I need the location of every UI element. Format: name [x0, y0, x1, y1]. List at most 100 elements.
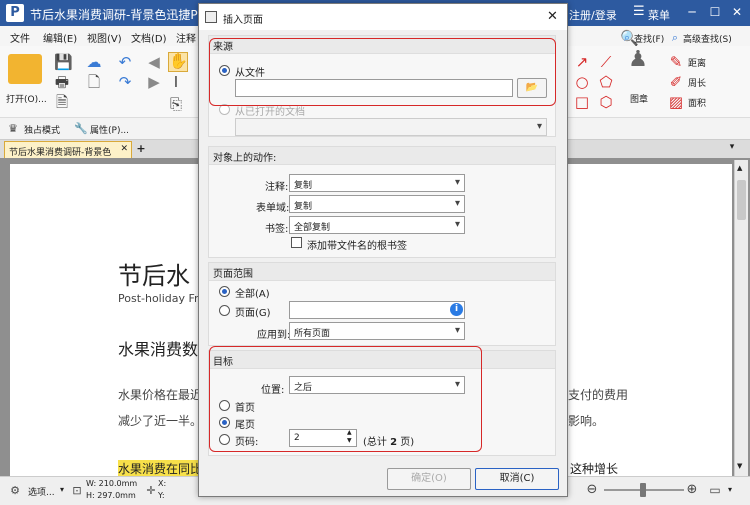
print-icon[interactable]: 🖶	[54, 74, 70, 90]
select-text-icon[interactable]: Ⅰ	[168, 74, 184, 90]
area-icon[interactable]: ▨	[668, 94, 684, 110]
range-pages-label[interactable]: 页面(G)	[235, 304, 271, 319]
stamp-label[interactable]: 图章	[630, 92, 648, 105]
cloud-icon[interactable]: ☁	[86, 54, 102, 70]
info-icon[interactable]: i	[450, 303, 463, 316]
advanced-search-icon[interactable]: ⌕	[668, 30, 682, 44]
save-icon[interactable]: 💾	[54, 54, 73, 70]
menu-file[interactable]: 文件	[10, 30, 30, 45]
scroll-thumb[interactable]	[737, 180, 746, 220]
zoom-slider-thumb[interactable]	[640, 483, 646, 497]
pentagon-icon[interactable]: ⬠	[598, 74, 614, 90]
document-icon[interactable]: 🗎	[54, 94, 70, 110]
zoom-out-icon[interactable]: ⊖	[584, 482, 600, 498]
ok-button[interactable]: 确定(O)	[387, 468, 471, 490]
page-paragraph-line: 支付的费用	[568, 388, 629, 402]
page-heading: 水果消费数	[118, 340, 199, 359]
menu-edit[interactable]: 编辑(E)	[43, 30, 77, 45]
crosshair-icon: ✛	[146, 484, 156, 497]
exclusive-mode-button[interactable]: 独占模式	[24, 123, 60, 136]
advanced-find-label[interactable]: 高级查找(S)	[683, 32, 732, 45]
circle-icon[interactable]: ○	[574, 74, 590, 90]
distance-icon[interactable]: ✎	[668, 54, 684, 70]
find-label[interactable]: 查找(F)	[634, 32, 664, 45]
polygon-icon[interactable]: ⬡	[598, 94, 614, 110]
menu-view[interactable]: 视图(V)	[87, 30, 122, 45]
vertical-scrollbar[interactable]: ▲ ▼	[734, 160, 748, 476]
page-title: 节后水	[118, 262, 190, 290]
range-pages-input[interactable]	[289, 301, 465, 319]
properties-button[interactable]: 属性(P)...	[90, 123, 129, 136]
perimeter-label[interactable]: 周长	[688, 76, 706, 89]
source-highlight-box	[209, 38, 556, 106]
page-subtitle: Post-holiday Fr	[118, 292, 199, 305]
formfield-select[interactable]: 复制	[289, 195, 465, 213]
rectangle-icon[interactable]: □	[574, 94, 590, 110]
forward-icon[interactable]: ▶	[146, 74, 162, 90]
area-label[interactable]: 面积	[688, 96, 706, 109]
scroll-up-icon[interactable]: ▲	[737, 164, 742, 172]
annotation-select[interactable]: 复制	[289, 174, 465, 192]
distance-label[interactable]: 距离	[688, 56, 706, 69]
fit-page-icon[interactable]: ▭	[707, 482, 723, 498]
formfield-label: 表单域:	[256, 203, 290, 214]
search-icon[interactable]: ⌕	[620, 30, 634, 44]
skin-icon[interactable]: ☰	[633, 4, 645, 19]
add-root-bookmark-label[interactable]: 添加带文件名的根书签	[307, 237, 407, 252]
open-label[interactable]: 打开(O)...	[6, 92, 47, 105]
line-icon[interactable]: ⟋	[598, 54, 614, 70]
dialog-title-bar: 插入页面 ✕	[199, 4, 567, 30]
back-icon[interactable]: ◀	[146, 54, 162, 70]
cancel-button[interactable]: 取消(C)	[475, 468, 559, 490]
login-link[interactable]: 注册/登录	[569, 7, 617, 23]
menu-document[interactable]: 文档(D)	[131, 30, 167, 45]
page-paragraph-line: 水果价格在最近	[118, 388, 203, 402]
add-root-bookmark-checkbox[interactable]	[291, 237, 302, 248]
minimize-icon[interactable]: ─	[684, 4, 700, 20]
redo-icon[interactable]: ↷	[117, 74, 133, 90]
dialog-app-icon	[205, 11, 217, 23]
page-paragraph-line: 这种增长	[570, 462, 619, 476]
range-pages-radio[interactable]	[219, 305, 230, 316]
close-icon[interactable]: ✕	[729, 4, 745, 20]
maximize-icon[interactable]: ☐	[707, 4, 723, 20]
apply-to-select[interactable]: 所有页面	[289, 322, 465, 340]
arrow-icon[interactable]: ↗	[574, 54, 590, 70]
apply-to-label: 应用到:	[257, 330, 291, 341]
settings-icon[interactable]: ⚙	[8, 483, 22, 497]
page-range-header: 页面范围	[209, 263, 555, 281]
cursor-y: Y:	[158, 491, 165, 500]
dialog-close-icon[interactable]: ✕	[547, 9, 558, 24]
snapshot-icon[interactable]: ⎘	[168, 96, 184, 112]
bookmark-select[interactable]: 全部复制	[289, 216, 465, 234]
undo-icon[interactable]: ↶	[117, 54, 133, 70]
annotation-label: 注释:	[265, 182, 289, 193]
menu-comment[interactable]: 注释	[176, 30, 196, 45]
actions-header: 对象上的动作:	[209, 147, 555, 165]
new-tab-icon[interactable]: +	[135, 142, 147, 156]
zoom-in-icon[interactable]: ⊕	[684, 482, 700, 498]
tab-list-chevron-icon[interactable]: ▾	[725, 142, 739, 156]
hand-tool-icon[interactable]: ✋	[168, 52, 188, 72]
stamp-icon[interactable]: ♟	[624, 49, 652, 86]
page-paragraph-line: 减少了近一半。	[118, 414, 203, 428]
scroll-down-icon[interactable]: ▼	[737, 462, 742, 470]
cursor-x: X:	[158, 479, 167, 488]
bookmark-label: 书签:	[265, 224, 289, 235]
dialog-title: 插入页面	[223, 15, 263, 26]
folder-icon[interactable]	[8, 54, 42, 84]
zoom-chevron-icon[interactable]: ▾	[728, 485, 732, 494]
document-tab[interactable]: 节后水果消费调研-背景色 ✕	[4, 141, 132, 158]
perimeter-icon[interactable]: ✐	[668, 74, 684, 90]
range-all-radio[interactable]	[219, 286, 230, 297]
new-document-icon[interactable]: 🗋	[86, 74, 102, 90]
page-size-icon: ⊡	[72, 484, 82, 497]
tab-close-icon[interactable]: ✕	[120, 144, 128, 154]
select-options[interactable]: 选项...	[28, 485, 55, 498]
menu-button[interactable]: 菜单	[648, 7, 670, 23]
crown-icon: ♛	[8, 122, 18, 135]
insert-page-dialog: 插入页面 ✕ 来源 从文件 📂 从已打开的文档 对象上的动作: 注释: 复制 表…	[198, 3, 568, 497]
range-all-label[interactable]: 全部(A)	[235, 285, 270, 300]
options-chevron-icon[interactable]: ▾	[60, 485, 64, 494]
highlighted-text: 水果消费在同比	[118, 460, 203, 476]
